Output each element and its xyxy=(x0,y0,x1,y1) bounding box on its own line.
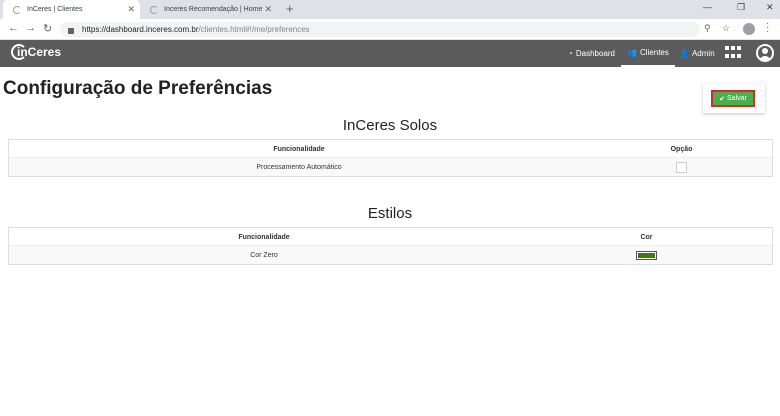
user-avatar-icon[interactable] xyxy=(756,44,774,62)
close-tab-icon[interactable]: ✕ xyxy=(264,4,272,15)
url-path: /clientes.html#!/me/preferences xyxy=(198,25,310,34)
column-header-feature: Funcionalidade xyxy=(238,233,290,241)
column-header-option: Opção xyxy=(670,145,693,153)
nav-clientes[interactable]: 👥 Clientes xyxy=(621,40,675,67)
solos-table: Funcionalidade Opção Processamento Autom… xyxy=(8,139,773,177)
tab-title: Inceres Recomendação | Home xyxy=(164,6,263,13)
processamento-automatico-checkbox[interactable] xyxy=(676,161,687,173)
close-window-icon[interactable]: ✕ xyxy=(766,2,774,13)
table-row: Processamento Automático xyxy=(9,158,772,176)
lock-icon xyxy=(68,27,74,34)
browser-menu-icon[interactable]: · · · xyxy=(766,19,769,37)
apps-grid-icon[interactable] xyxy=(725,46,741,60)
column-header-feature: Funcionalidade xyxy=(273,145,325,153)
minimize-icon[interactable]: — xyxy=(703,2,712,12)
bookmark-star-icon[interactable]: ☆ xyxy=(722,23,730,34)
section-title-estilos: Estilos xyxy=(367,205,413,222)
nav-clientes-label: Clientes xyxy=(639,48,669,57)
forward-icon[interactable]: → xyxy=(25,22,36,34)
tab-strip: InCeres | Clientes ✕ Inceres Recomendaçã… xyxy=(0,0,780,19)
zoom-icon[interactable]: ⚲ xyxy=(704,23,711,34)
feature-name: Cor Zero xyxy=(250,251,278,259)
section-title-solos: InCeres Solos xyxy=(342,117,438,134)
browser-toolbar: ← → ↻ https://dashboard.inceres.com.br /… xyxy=(0,19,780,40)
browser-window: InCeres | Clientes ✕ Inceres Recomendaçã… xyxy=(0,0,780,416)
reload-icon[interactable]: ↻ xyxy=(43,22,52,35)
nav-dashboard[interactable]: ◔ Dashboard xyxy=(562,40,621,67)
nav-admin[interactable]: 👤 Admin xyxy=(673,40,721,67)
table-header-row: Funcionalidade Opção xyxy=(9,140,772,158)
new-tab-button[interactable]: + xyxy=(286,1,294,16)
table-header-row: Funcionalidade Cor xyxy=(9,228,772,246)
save-button-label: Salvar xyxy=(727,95,747,102)
dashboard-icon: ◔ xyxy=(568,49,573,58)
browser-profile-icon[interactable] xyxy=(743,23,755,35)
cor-zero-color-picker[interactable] xyxy=(636,250,657,260)
column-header-color: Cor xyxy=(640,233,653,241)
loading-icon xyxy=(150,5,158,14)
nav-dashboard-label: Dashboard xyxy=(575,49,615,58)
check-icon: ✔ xyxy=(719,95,726,103)
feature-name: Processamento Automático xyxy=(256,163,342,171)
color-swatch-fill xyxy=(638,252,655,258)
user-admin-icon: 👤 xyxy=(679,49,689,58)
inceres-logo[interactable]: inCeres xyxy=(11,44,61,60)
address-bar[interactable]: https://dashboard.inceres.com.br /client… xyxy=(60,22,700,37)
url-host: https://dashboard.inceres.com.br xyxy=(82,25,199,34)
page-title: Configuração de Preferências xyxy=(3,78,273,99)
close-tab-icon[interactable]: ✕ xyxy=(127,4,135,15)
logo-text: inCeres xyxy=(17,45,62,59)
nav-admin-label: Admin xyxy=(691,49,715,58)
back-icon[interactable]: ← xyxy=(8,22,19,34)
browser-tab-active[interactable]: InCeres | Clientes ✕ xyxy=(3,0,140,19)
users-icon: 👥 xyxy=(627,48,637,57)
estilos-table: Funcionalidade Cor Cor Zero xyxy=(8,227,773,265)
save-panel: ✔ Salvar xyxy=(703,84,765,113)
tab-title: InCeres | Clientes xyxy=(27,6,83,13)
save-button[interactable]: ✔ Salvar xyxy=(711,90,755,107)
restore-icon[interactable]: ❐ xyxy=(737,2,745,13)
loading-icon xyxy=(13,5,21,14)
table-row: Cor Zero xyxy=(9,246,772,264)
browser-tab[interactable]: Inceres Recomendação | Home ✕ xyxy=(140,0,277,19)
